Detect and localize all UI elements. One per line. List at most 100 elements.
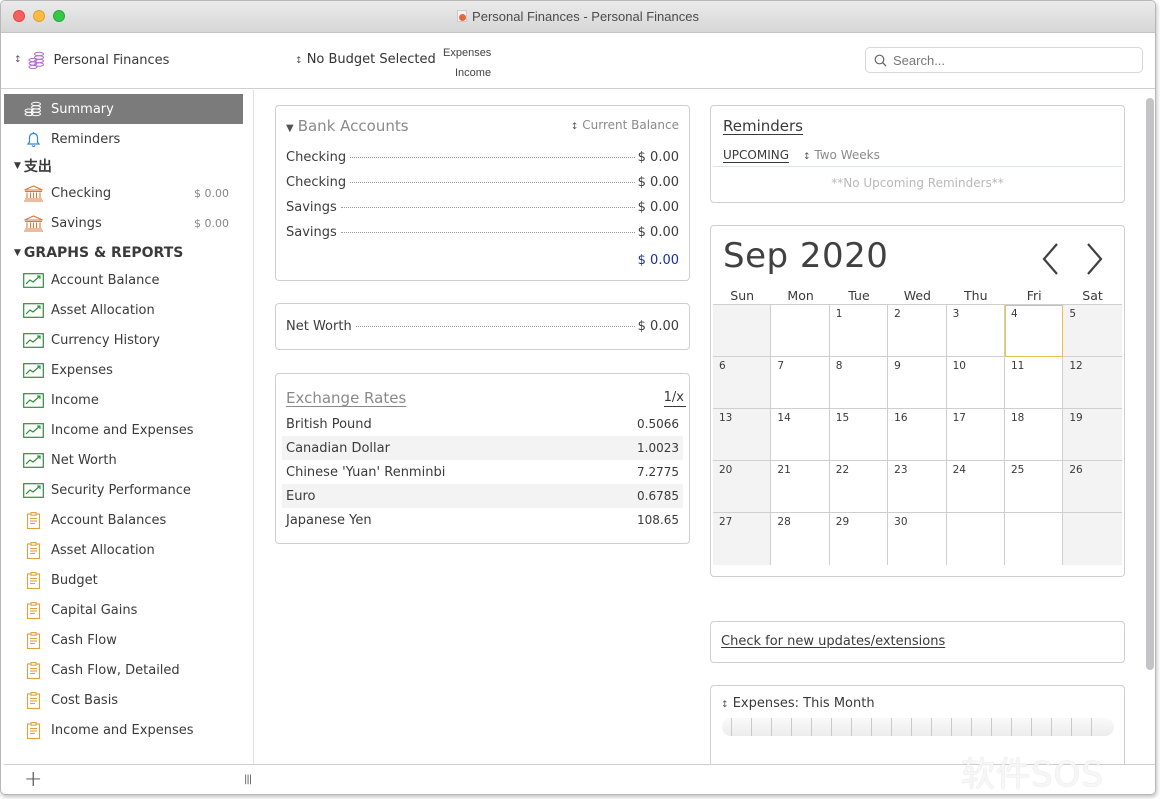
sidebar-item-graph-net-worth[interactable]: Net Worth	[4, 445, 253, 475]
balance-sort-selector[interactable]: ↕ Current Balance	[571, 118, 679, 132]
calendar-day[interactable]: 30	[888, 513, 947, 565]
sidebar-item-report-capital-gains[interactable]: Capital Gains	[4, 595, 253, 625]
exchange-rate-row[interactable]: British Pound 0.5066	[282, 412, 683, 436]
report-icon	[26, 631, 41, 649]
bank-accounts-header[interactable]: ▼ Bank Accounts	[286, 117, 409, 135]
calendar-day[interactable]: 14	[771, 409, 830, 461]
calendar-empty-cell[interactable]	[771, 305, 830, 357]
account-value: $ 0.00	[637, 175, 679, 190]
report-icon	[26, 721, 41, 739]
currency-name: Chinese 'Yuan' Renminbi	[286, 464, 446, 480]
calendar-day[interactable]: 11	[1004, 357, 1064, 409]
sidebar-resize-handle[interactable]: |||	[244, 774, 252, 785]
search-field[interactable]	[865, 47, 1143, 73]
calendar-day[interactable]: 21	[771, 461, 830, 513]
watermark: 软件SOS	[961, 755, 1104, 795]
calendar-day[interactable]: 20	[713, 461, 772, 513]
sidebar-item-graph-asset-allocation[interactable]: Asset Allocation	[4, 295, 253, 325]
currency-name: British Pound	[286, 416, 372, 432]
calendar-day[interactable]: 3	[946, 305, 1005, 357]
calendar-day[interactable]: 8	[829, 357, 889, 409]
calendar-day[interactable]: 19	[1063, 409, 1122, 461]
sidebar-item-report-cash-flow-detailed[interactable]: Cash Flow, Detailed	[4, 655, 253, 685]
sidebar-item-graph-currency-history[interactable]: Currency History	[4, 325, 253, 355]
sidebar-section-accounts[interactable]: ▼ 支出	[4, 154, 253, 178]
sidebar-item-summary[interactable]: Summary	[4, 94, 243, 124]
exchange-rate-row[interactable]: Canadian Dollar 1.0023	[282, 436, 683, 460]
sidebar-item-graph-account-balance[interactable]: Account Balance	[4, 265, 253, 295]
sidebar-item-graph-income-and-expenses[interactable]: Income and Expenses	[4, 415, 253, 445]
budget-selector[interactable]: ↕ No Budget Selected	[295, 52, 436, 67]
graph-icon	[23, 392, 44, 408]
sidebar-item-graph-expenses[interactable]: Expenses	[4, 355, 253, 385]
sidebar-section-graphs-reports[interactable]: ▼ GRAPHS & REPORTS	[4, 241, 253, 265]
bank-account-row[interactable]: Checking $ 0.00	[286, 150, 679, 170]
calendar-empty-cell[interactable]	[1063, 513, 1122, 565]
add-button[interactable]: +	[24, 769, 42, 791]
calendar-day[interactable]: 4	[1004, 305, 1064, 357]
net-worth-row[interactable]: Net Worth $ 0.00	[286, 319, 679, 339]
expenses-bar-tick	[1011, 718, 1012, 736]
bank-account-row[interactable]: Checking $ 0.00	[286, 175, 679, 195]
calendar-day[interactable]: 12	[1063, 357, 1122, 409]
calendar-empty-cell[interactable]	[713, 305, 772, 357]
bank-account-row[interactable]: Savings $ 0.00	[286, 225, 679, 245]
calendar-day[interactable]: 7	[771, 357, 830, 409]
expenses-period-selector[interactable]: ↕ Expenses: This Month	[721, 696, 875, 711]
next-month-button[interactable]	[1082, 240, 1106, 278]
calendar-day[interactable]: 22	[829, 461, 889, 513]
exchange-rate-row[interactable]: Japanese Yen 108.65	[282, 508, 683, 532]
chevron-left-icon	[1042, 243, 1058, 275]
exchange-rate-row[interactable]: Chinese 'Yuan' Renminbi 7.2775	[282, 460, 683, 484]
calendar-day[interactable]: 27	[713, 513, 772, 565]
exchange-rates-title[interactable]: Exchange Rates	[286, 389, 406, 407]
account-balance: $ 0.00	[194, 216, 229, 230]
sidebar-item-report-account-balances[interactable]: Account Balances	[4, 505, 253, 535]
calendar-day[interactable]: 29	[829, 513, 889, 565]
calendar-empty-cell[interactable]	[946, 513, 1005, 565]
reminders-title[interactable]: Reminders	[723, 117, 803, 135]
calendar-day[interactable]: 23	[888, 461, 947, 513]
period-label: Two Weeks	[814, 148, 880, 162]
bank-account-row[interactable]: Savings $ 0.00	[286, 200, 679, 220]
calendar-day[interactable]: 6	[713, 357, 772, 409]
previous-month-button[interactable]	[1039, 240, 1063, 278]
calendar-day[interactable]: 18	[1004, 409, 1064, 461]
sidebar-item-report-budget[interactable]: Budget	[4, 565, 253, 595]
income-label: Income	[455, 67, 492, 79]
calendar-empty-cell[interactable]	[1004, 513, 1064, 565]
calendar-day[interactable]: 16	[888, 409, 947, 461]
calendar-day[interactable]: 17	[946, 409, 1005, 461]
calendar-day[interactable]: 26	[1063, 461, 1122, 513]
expenses-bar-tick	[931, 718, 932, 736]
sidebar-item-account-savings[interactable]: Savings $ 0.00	[4, 208, 253, 238]
calendar-day[interactable]: 25	[1004, 461, 1064, 513]
sidebar-item-label: Income and Expenses	[51, 722, 194, 738]
sidebar-item-report-cost-basis[interactable]: Cost Basis	[4, 685, 253, 715]
exchange-rate-row[interactable]: Euro 0.6785	[282, 484, 683, 508]
sidebar-item-report-asset-allocation[interactable]: Asset Allocation	[4, 535, 253, 565]
calendar-day[interactable]: 28	[771, 513, 830, 565]
sidebar-item-graph-security-performance[interactable]: Security Performance	[4, 475, 253, 505]
sidebar-item-label: Currency History	[51, 332, 160, 348]
calendar-day[interactable]: 13	[713, 409, 772, 461]
calendar-day[interactable]: 2	[888, 305, 947, 357]
sidebar-item-report-income-and-expenses[interactable]: Income and Expenses	[4, 715, 253, 745]
calendar-day[interactable]: 1	[829, 305, 889, 357]
check-updates-link[interactable]: Check for new updates/extensions	[721, 634, 945, 649]
sidebar-item-report-cash-flow[interactable]: Cash Flow	[4, 625, 253, 655]
calendar-day[interactable]: 24	[946, 461, 1005, 513]
calendar-day[interactable]: 5	[1063, 305, 1122, 357]
search-input[interactable]	[893, 52, 1133, 68]
sidebar-item-graph-income[interactable]: Income	[4, 385, 253, 415]
tab-upcoming[interactable]: UPCOMING	[723, 148, 789, 162]
invert-rates-toggle[interactable]: 1/x	[663, 390, 686, 407]
calendar-day[interactable]: 15	[829, 409, 889, 461]
sidebar-item-reminders[interactable]: Reminders	[4, 124, 253, 154]
calendar-day[interactable]: 9	[888, 357, 947, 409]
calendar-day[interactable]: 10	[946, 357, 1005, 409]
file-selector[interactable]: ↕ Personal Finances	[14, 51, 169, 69]
vertical-scrollbar[interactable]	[1146, 98, 1154, 670]
reminder-period-selector[interactable]: ↕ Two Weeks	[803, 148, 880, 162]
sidebar-item-account-checking[interactable]: Checking $ 0.00	[4, 178, 253, 208]
